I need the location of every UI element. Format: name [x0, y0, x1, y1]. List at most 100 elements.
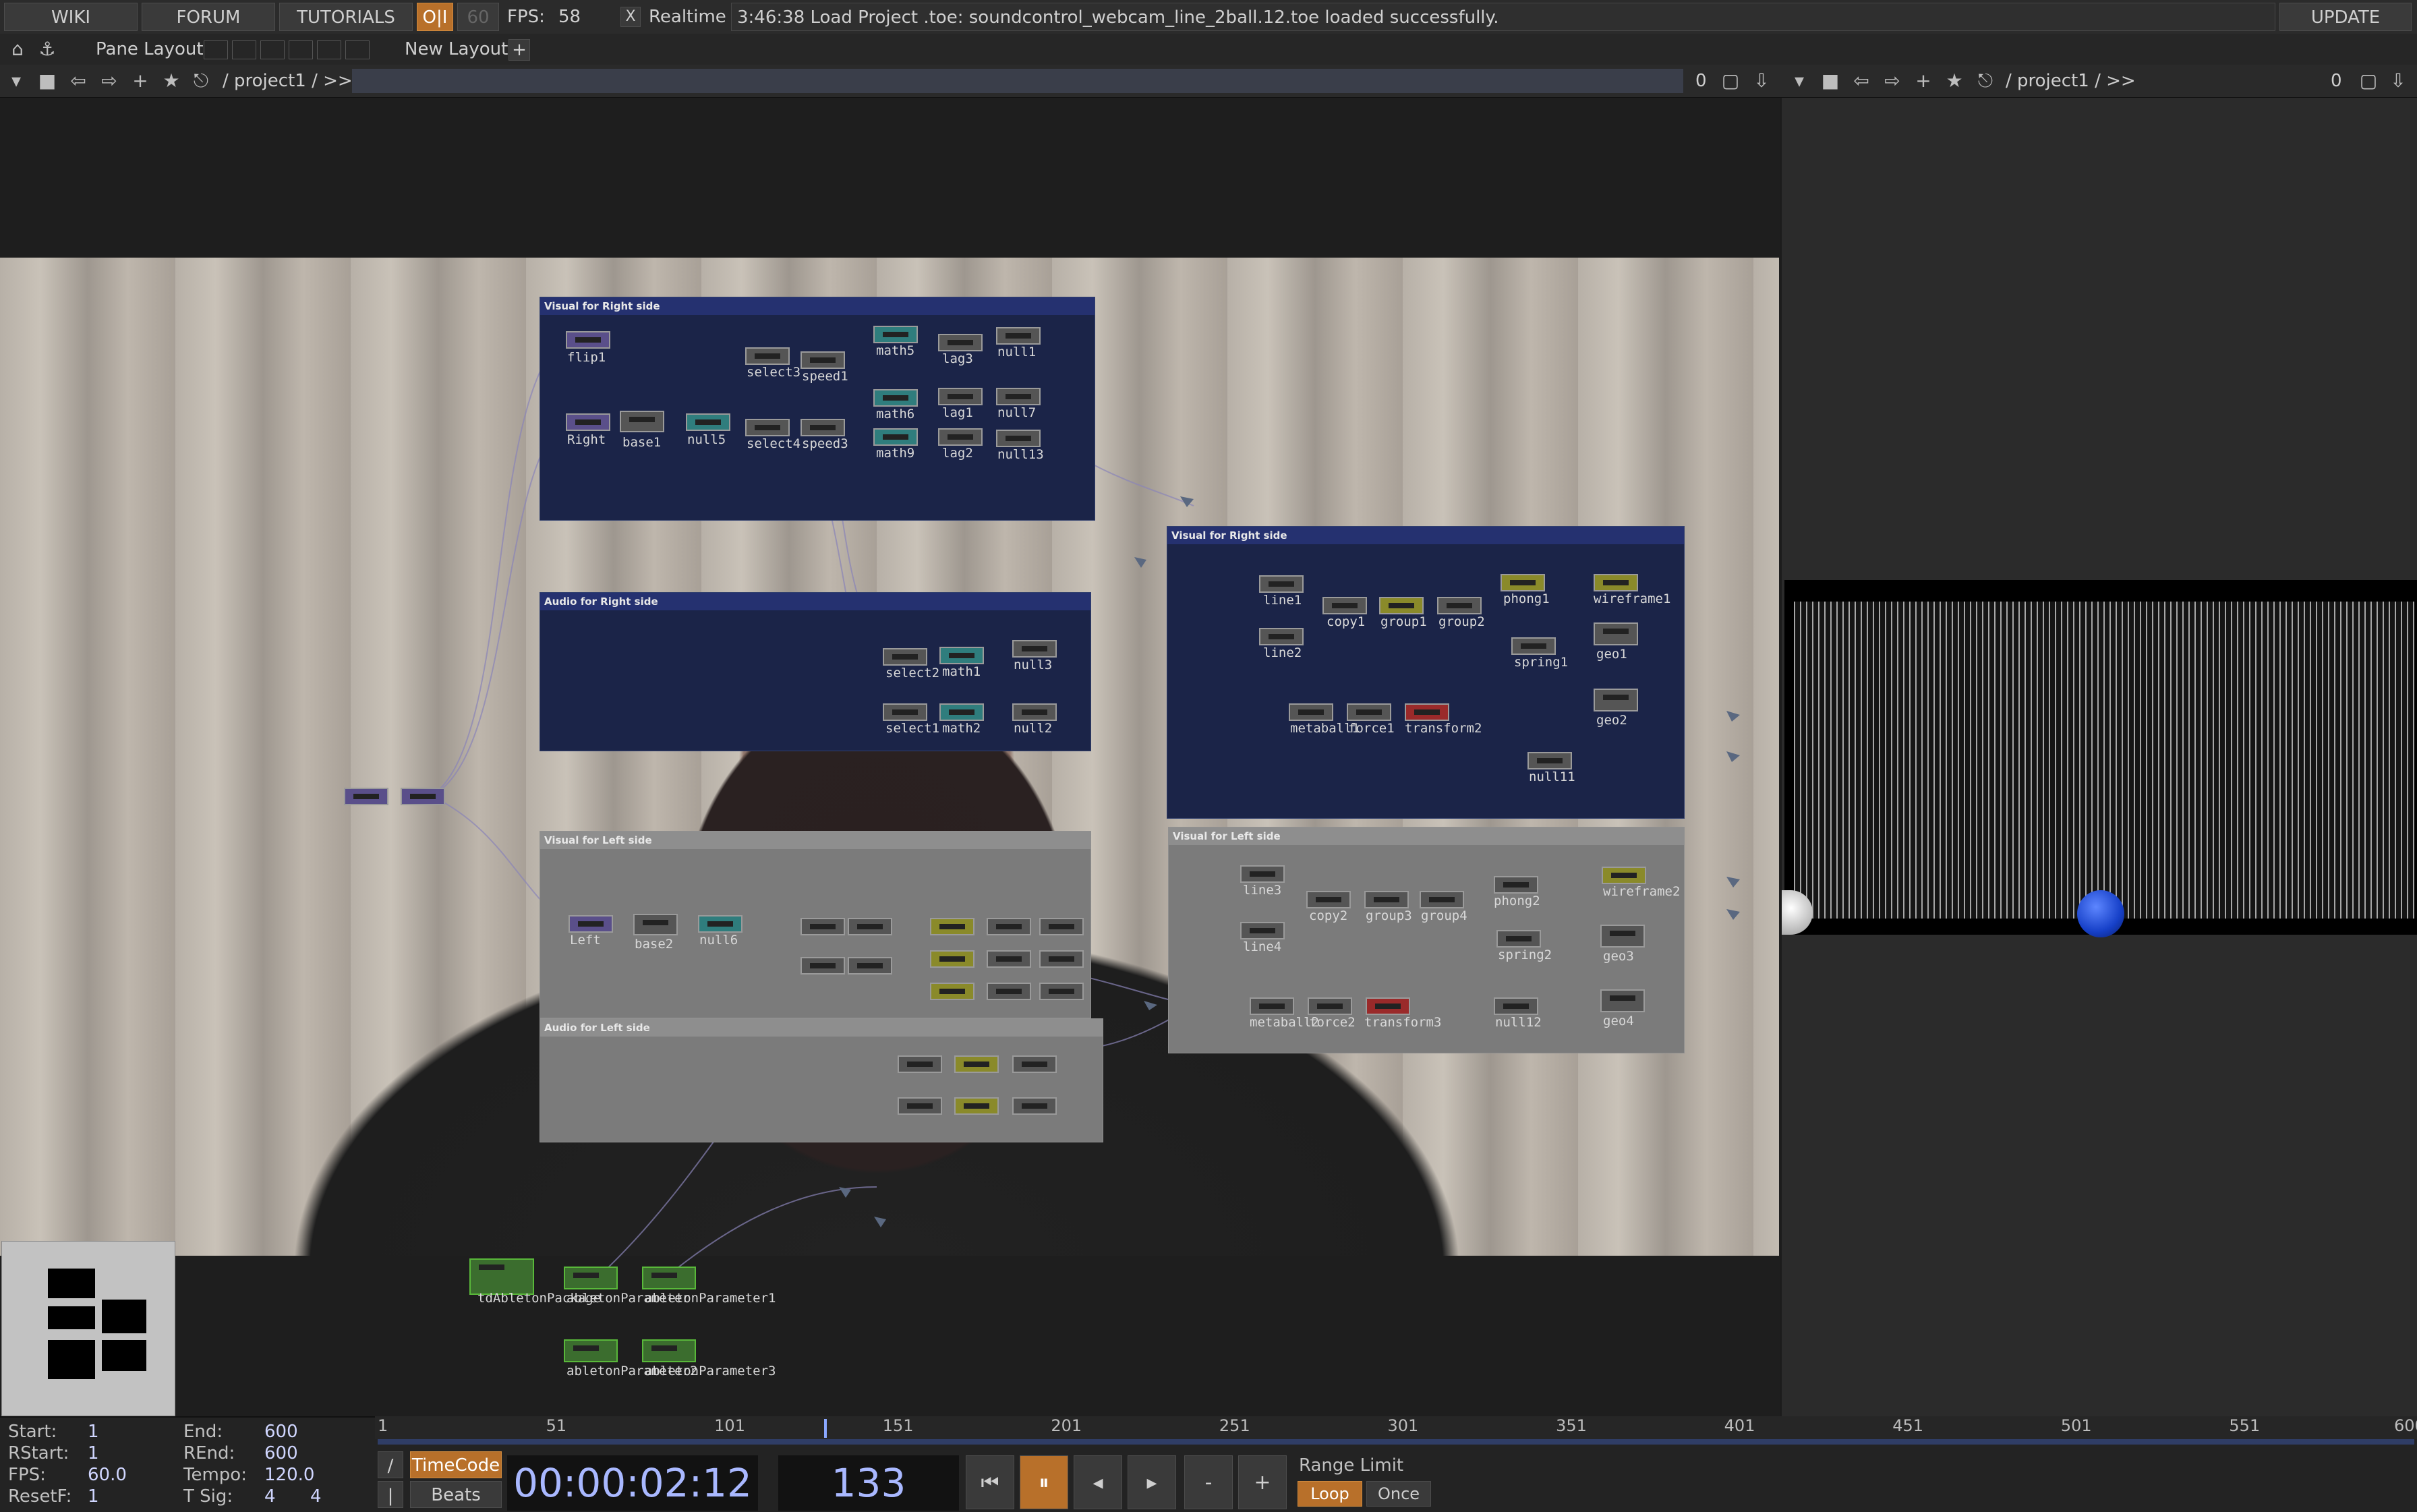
node-base1[interactable]	[620, 411, 664, 432]
comp-visual-left-a[interactable]: Visual for Left side Left base2 null6	[540, 831, 1091, 1018]
node-in2[interactable]	[401, 788, 445, 805]
node-force1[interactable]	[1347, 703, 1391, 721]
node-line2[interactable]	[1259, 628, 1304, 645]
node-line3[interactable]	[1240, 865, 1285, 883]
back-icon-right[interactable]: ⇦	[1849, 69, 1873, 93]
node-select2[interactable]	[883, 648, 927, 666]
tempo-value[interactable]: 120.0	[264, 1465, 314, 1485]
node-lag1[interactable]	[938, 388, 983, 405]
node-select1[interactable]	[883, 703, 927, 721]
node-select4[interactable]	[745, 419, 790, 436]
node-null7[interactable]	[996, 388, 1041, 405]
tsig-b-value[interactable]: 4	[310, 1486, 322, 1507]
window-icon-right[interactable]: ▢	[2356, 69, 2381, 93]
download-icon-right[interactable]: ⇩	[2386, 69, 2410, 93]
node-in1[interactable]	[344, 788, 388, 805]
node-force2[interactable]	[1308, 997, 1352, 1015]
node-null-l1[interactable]	[1039, 918, 1084, 935]
node-math-a1[interactable]	[954, 1055, 999, 1073]
node-math9[interactable]	[873, 428, 918, 446]
node-metaball2[interactable]	[1250, 997, 1294, 1015]
loop-button[interactable]: Loop	[1298, 1481, 1362, 1507]
node-select3[interactable]	[745, 347, 790, 365]
node-null6[interactable]	[698, 915, 742, 933]
start-value[interactable]: 1	[88, 1422, 99, 1442]
end-value[interactable]: 600	[264, 1422, 298, 1442]
playhead[interactable]	[824, 1419, 827, 1438]
node-math2[interactable]	[939, 703, 984, 721]
comp-audio-right[interactable]: Audio for Right side select2 math1 null3…	[540, 592, 1091, 751]
node-null5[interactable]	[686, 413, 730, 431]
node-metaball1[interactable]	[1289, 703, 1333, 721]
node-group4[interactable]	[1420, 891, 1464, 908]
node-geo3[interactable]	[1600, 925, 1645, 948]
rstart-value[interactable]: 1	[88, 1443, 99, 1463]
node-lag3[interactable]	[938, 334, 983, 351]
add-icon-right[interactable]: +	[1911, 69, 1935, 93]
comp-audio-left[interactable]: Audio for Left side	[540, 1018, 1103, 1142]
beats-button[interactable]: Beats	[410, 1481, 502, 1508]
node-transform2[interactable]	[1405, 703, 1449, 721]
node-math-l2[interactable]	[930, 950, 974, 968]
node-null13[interactable]	[996, 430, 1041, 447]
forward-icon-right[interactable]: ⇨	[1880, 69, 1904, 93]
once-button[interactable]: Once	[1366, 1481, 1431, 1507]
node-math-l1[interactable]	[930, 918, 974, 935]
node-spring2[interactable]	[1496, 930, 1541, 948]
node-geo2[interactable]	[1594, 689, 1638, 711]
fps-bottom-value[interactable]: 60.0	[88, 1465, 127, 1485]
update-button[interactable]: UPDATE	[2279, 3, 2412, 31]
tsig-a-value[interactable]: 4	[264, 1486, 276, 1507]
node-geo1[interactable]	[1594, 622, 1638, 645]
node-math5[interactable]	[873, 326, 918, 343]
rewind-button[interactable]: ⏮	[966, 1455, 1014, 1509]
step-back-button[interactable]: ◂	[1074, 1455, 1122, 1509]
plus-button[interactable]: +	[1238, 1455, 1287, 1509]
node-lag-l2[interactable]	[987, 950, 1031, 968]
node-right[interactable]	[566, 413, 610, 431]
node-null-a1[interactable]	[1012, 1055, 1057, 1073]
node-select-a2[interactable]	[898, 1097, 942, 1115]
node-select-l2[interactable]	[800, 957, 845, 975]
node-tdableton[interactable]	[469, 1258, 534, 1295]
node-null1[interactable]	[996, 327, 1041, 345]
node-null-a2[interactable]	[1012, 1097, 1057, 1115]
node-math-a2[interactable]	[954, 1097, 999, 1115]
node-lag2[interactable]	[938, 428, 983, 446]
menu-down-icon-right[interactable]: ▾	[1787, 69, 1811, 93]
stop-icon-right[interactable]: ■	[1818, 69, 1842, 93]
timeline-range-bar[interactable]	[378, 1439, 2414, 1445]
node-select-l1[interactable]	[800, 918, 845, 935]
node-select-a1[interactable]	[898, 1055, 942, 1073]
star-icon-right[interactable]: ★	[1942, 69, 1967, 93]
node-geo4[interactable]	[1600, 989, 1645, 1012]
minus-button[interactable]: -	[1184, 1455, 1233, 1509]
comp-visual-right-a[interactable]: Visual for Right side flip1 Right base1 …	[540, 297, 1095, 521]
node-group1[interactable]	[1379, 597, 1424, 614]
node-transform3[interactable]	[1366, 997, 1410, 1015]
network-path-right[interactable]: / project1 / >>	[2006, 65, 2136, 97]
node-phong2[interactable]	[1494, 876, 1538, 894]
comp-visual-right-b[interactable]: Visual for Right side line1 line2 copy1 …	[1167, 526, 1685, 819]
comp-visual-left-b[interactable]: Visual for Left side line3 line4 copy2 g…	[1168, 827, 1685, 1053]
node-spring1[interactable]	[1511, 637, 1556, 655]
node-math6[interactable]	[873, 389, 918, 407]
node-math1[interactable]	[939, 647, 984, 664]
node-speed3[interactable]	[800, 419, 845, 436]
bookmark-icon-right[interactable]: ⎋	[1973, 69, 1998, 93]
node-speed-l2[interactable]	[848, 957, 892, 975]
node-line4[interactable]	[1240, 922, 1285, 939]
node-null3[interactable]	[1012, 640, 1057, 658]
node-abletonparameter2[interactable]	[564, 1339, 618, 1362]
pause-button[interactable]: ⏸	[1020, 1455, 1068, 1509]
node-null-l3[interactable]	[1039, 983, 1084, 1000]
node-abletonparameter3[interactable]	[642, 1339, 696, 1362]
node-wireframe1[interactable]	[1594, 574, 1638, 591]
node-null11[interactable]	[1527, 752, 1572, 769]
node-abletonparameter[interactable]	[564, 1267, 618, 1289]
node-line1[interactable]	[1259, 575, 1304, 593]
node-flip1[interactable]	[566, 331, 610, 349]
node-phong1[interactable]	[1501, 574, 1545, 591]
node-lag-l3[interactable]	[987, 983, 1031, 1000]
node-copy2[interactable]	[1306, 891, 1351, 908]
